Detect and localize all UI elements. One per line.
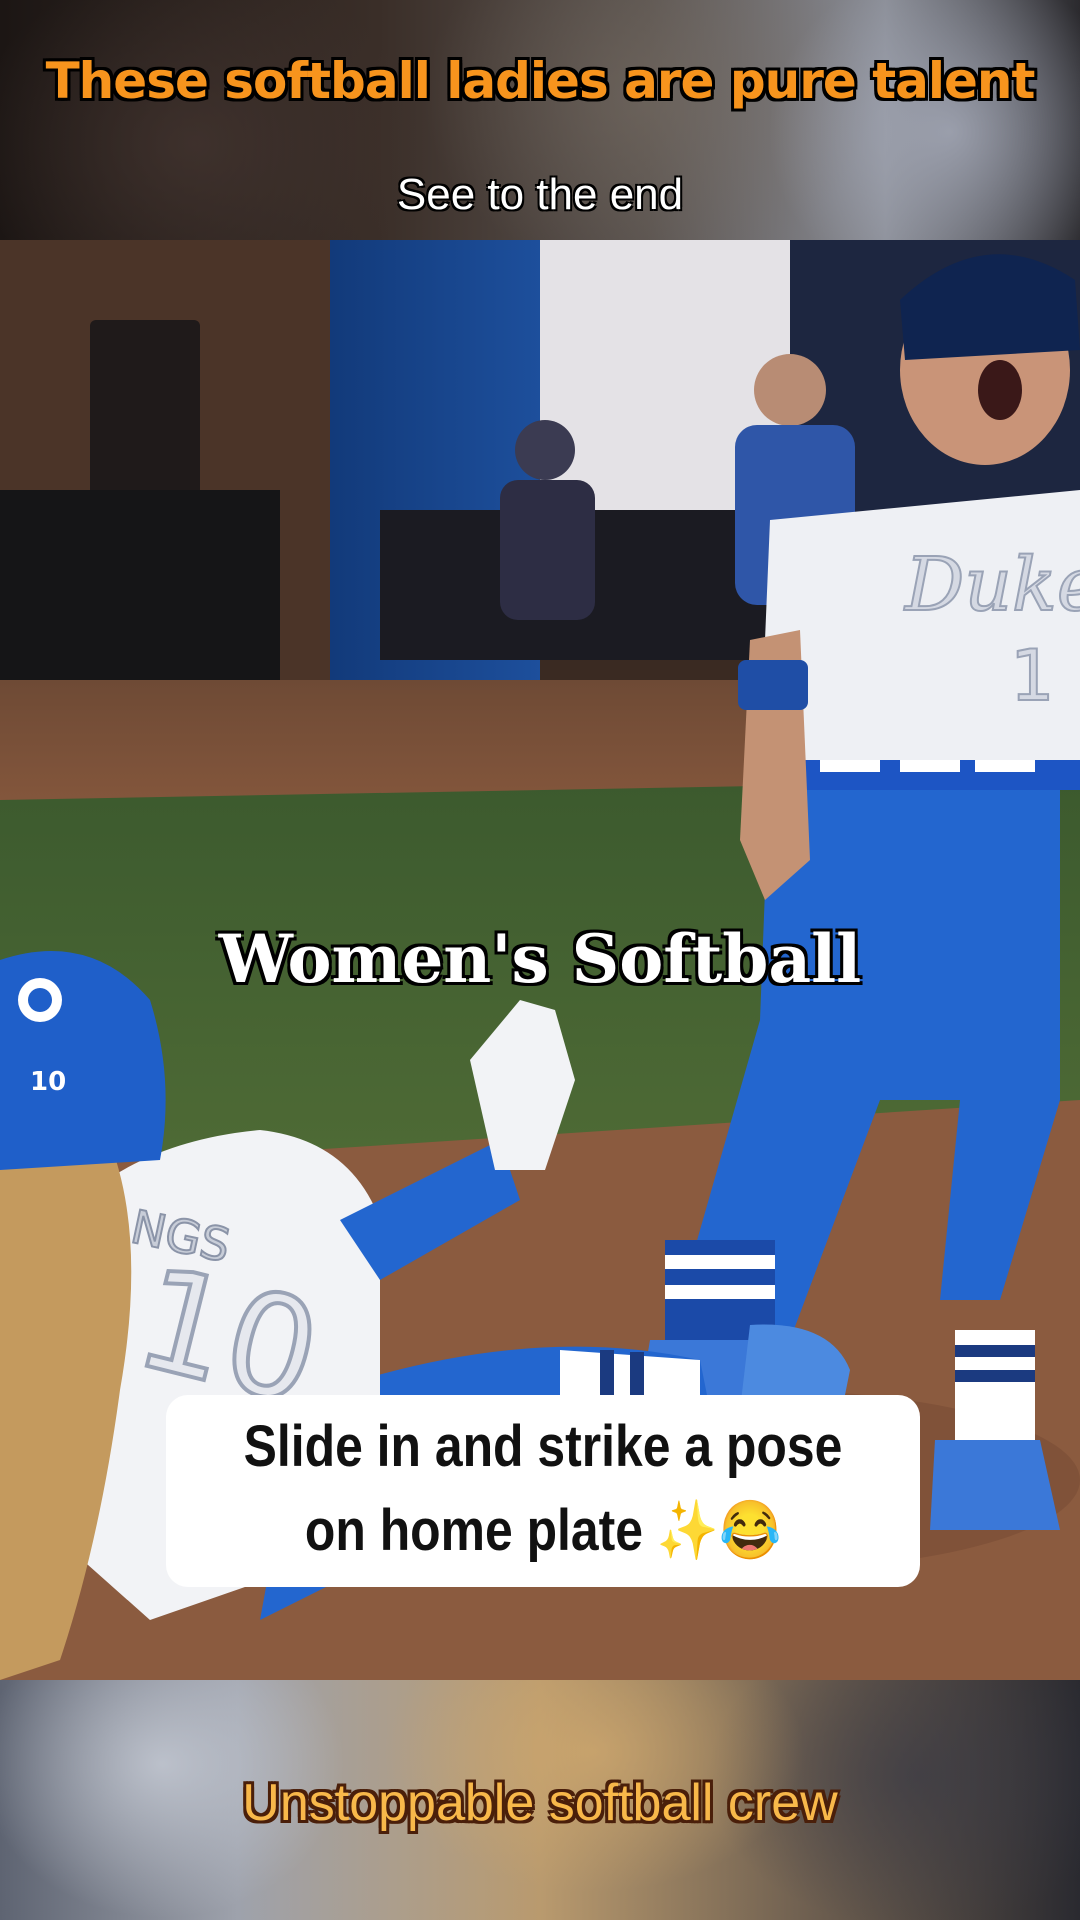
dugout-railing	[0, 490, 280, 690]
spectator	[515, 420, 575, 480]
helmet-number: 10	[30, 1067, 66, 1097]
spectator	[754, 354, 826, 426]
caption-line-1: Slide in and strike a pose	[243, 1414, 843, 1479]
cleat	[930, 1440, 1060, 1530]
caption-bubble: Slide in and strike a pose on home plate…	[166, 1395, 920, 1643]
top-banner: These softball ladies are pure talent Se…	[0, 0, 1080, 240]
video-title: These softball ladies are pure talent	[45, 52, 1036, 110]
bottom-banner: Unstoppable softball crew	[0, 1680, 1080, 1920]
video-frame[interactable]: Duke 1 10 NGS 10 Women'	[0, 240, 1080, 1680]
jersey-lettering: Duke	[903, 542, 1080, 628]
footer-title: Unstoppable softball crew	[242, 1774, 838, 1832]
video-subtitle: See to the end	[396, 170, 684, 219]
overlay-title: Women's Softball	[218, 920, 862, 998]
caption-line-2: on home plate ✨😂	[304, 1498, 782, 1563]
jersey-number: 1	[1010, 635, 1055, 717]
